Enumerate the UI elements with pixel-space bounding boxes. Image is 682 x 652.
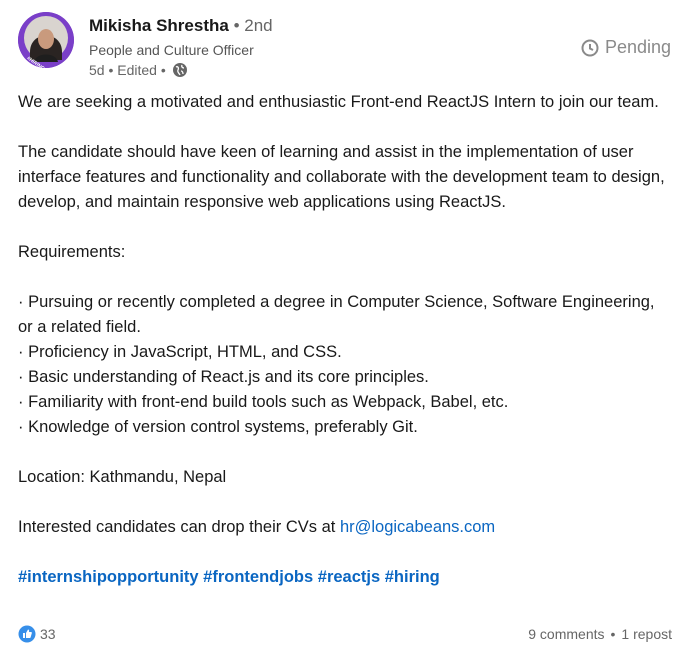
separator: • — [610, 626, 616, 642]
hashtag-link[interactable]: #frontendjobs — [203, 568, 313, 586]
cv-prefix: Interested candidates can drop their CVs… — [18, 518, 340, 536]
author-name[interactable]: Mikisha Shrestha — [89, 16, 229, 35]
post-meta: 5d • Edited • — [89, 61, 188, 79]
comments-count[interactable]: 9 comments — [528, 626, 604, 642]
hashtag-link[interactable]: #internshipopportunity — [18, 568, 199, 586]
email-link[interactable]: hr@logicabeans.com — [340, 518, 495, 536]
author-title: People and Culture Officer — [89, 42, 254, 58]
engagement-counts: 9 comments • 1 repost — [528, 626, 672, 642]
post-location: Location: Kathmandu, Nepal — [18, 468, 227, 486]
post-time: 5d • Edited • — [89, 62, 166, 78]
author-name-row[interactable]: Mikisha Shrestha • 2nd — [89, 16, 273, 36]
requirement-item: · Pursuing or recently completed a degre… — [18, 293, 655, 336]
pending-button[interactable]: Pending — [581, 37, 671, 58]
post-description: The candidate should have keen of learni… — [18, 143, 665, 211]
reactions-count[interactable]: 33 — [18, 625, 56, 643]
social-counts: 33 9 comments • 1 repost — [18, 624, 672, 644]
globe-icon — [172, 62, 188, 78]
avatar[interactable]: #HIRING — [18, 12, 74, 68]
requirement-item: · Proficiency in JavaScript, HTML, and C… — [18, 343, 342, 361]
connection-degree: • 2nd — [233, 16, 273, 35]
hashtag-link[interactable]: #reactjs — [318, 568, 380, 586]
hashtags: #internshipopportunity #frontendjobs #re… — [18, 565, 668, 590]
clock-icon — [581, 39, 599, 56]
reaction-count[interactable]: 33 — [40, 626, 56, 642]
like-icon — [18, 625, 36, 643]
requirement-item: · Familiarity with front-end build tools… — [18, 393, 509, 411]
post-intro: We are seeking a motivated and enthusias… — [18, 93, 659, 111]
pending-label: Pending — [604, 37, 671, 57]
reposts-count[interactable]: 1 repost — [621, 626, 672, 642]
avatar-image: #HIRING — [18, 12, 74, 68]
requirement-item: · Knowledge of version control systems, … — [18, 418, 418, 436]
requirements-heading: Requirements: — [18, 243, 126, 261]
feed-post: #HIRING Mikisha Shrestha • 2nd People an… — [0, 0, 682, 652]
hashtag-link[interactable]: #hiring — [385, 568, 440, 586]
requirement-item: · Basic understanding of React.js and it… — [18, 368, 429, 386]
post-body: We are seeking a motivated and enthusias… — [18, 90, 668, 590]
cv-line: Interested candidates can drop their CVs… — [18, 515, 668, 540]
